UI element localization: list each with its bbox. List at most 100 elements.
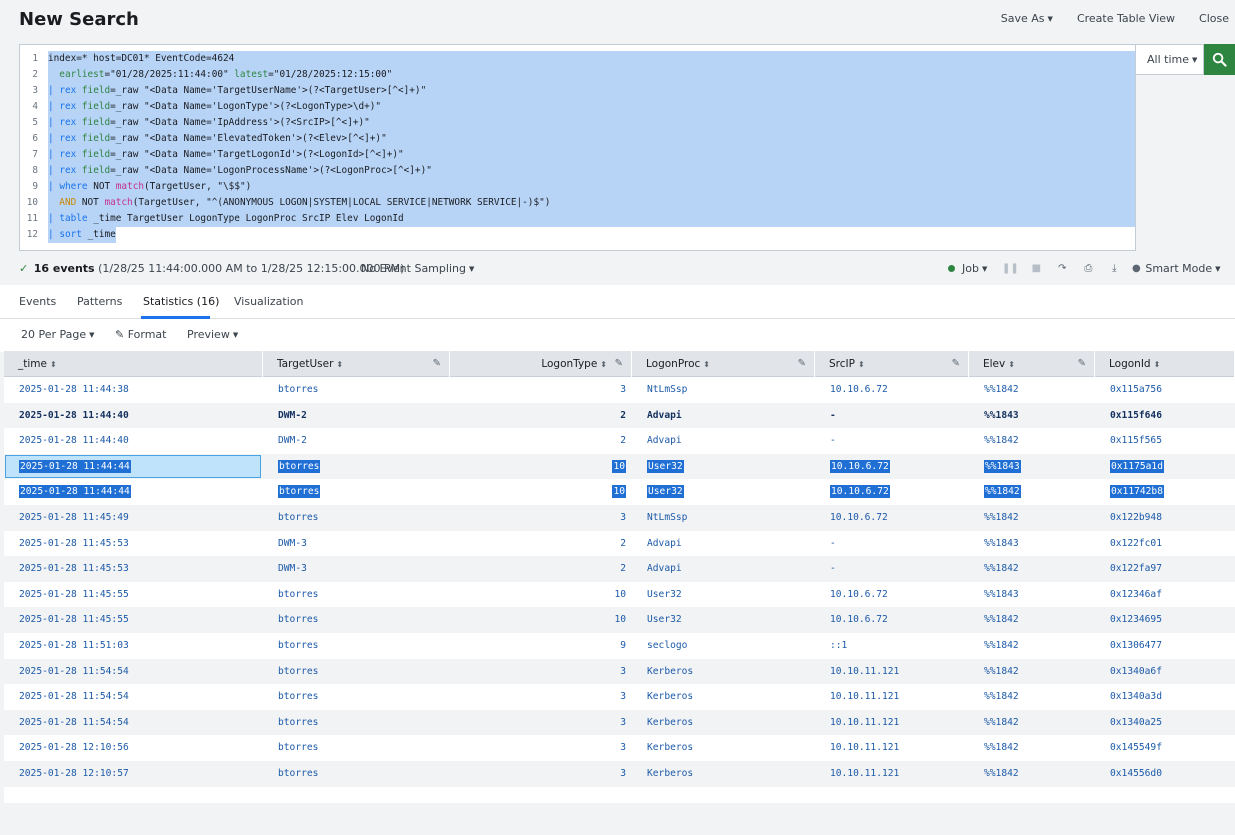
query-text[interactable]: | sort _time xyxy=(48,227,116,243)
table-row[interactable]: 2025-01-28 11:44:44 btorres 10 User32 10.10.… xyxy=(4,479,1235,505)
table-row[interactable]: 2025-01-28 11:54:54 btorres 3 Kerberos 10.10… xyxy=(4,684,1235,710)
table-cell-srcip[interactable]: - xyxy=(830,428,836,454)
table-cell-logontype[interactable]: 2 xyxy=(450,403,626,429)
table-cell-time[interactable]: 2025-01-28 11:44:44 xyxy=(19,454,131,480)
column-header-time[interactable]: _time ⬍ xyxy=(4,351,263,377)
table-cell-targetuser[interactable]: btorres xyxy=(278,761,318,787)
table-cell-logontype[interactable]: 3 xyxy=(450,761,626,787)
column-header-logonid[interactable]: LogonId ⬍ xyxy=(1095,351,1235,377)
query-line[interactable]: 12 | sort _time xyxy=(20,227,1135,243)
search-editor[interactable]: 1 index=* host=DC01* EventCode=4624 2 earl… xyxy=(19,44,1136,251)
table-cell-logonid[interactable]: 0x115a756 xyxy=(1110,377,1162,403)
table-cell-elev[interactable]: %%1843 xyxy=(984,582,1019,608)
table-cell-logontype[interactable]: 10 xyxy=(450,607,626,633)
table-cell-targetuser[interactable]: btorres xyxy=(278,735,318,761)
table-cell-logonproc[interactable]: Kerberos xyxy=(647,710,693,736)
column-header-targetuser[interactable]: TargetUser ⬍ ✎ xyxy=(263,351,450,377)
table-cell-srcip[interactable]: - xyxy=(830,403,836,429)
table-cell-targetuser[interactable]: DWM-3 xyxy=(278,531,307,557)
table-cell-elev[interactable]: %%1842 xyxy=(984,684,1019,710)
table-cell-targetuser[interactable]: btorres xyxy=(278,607,318,633)
table-cell-logontype[interactable]: 2 xyxy=(450,556,626,582)
table-row[interactable]: 2025-01-28 11:54:54 btorres 3 Kerberos 10.10… xyxy=(4,658,1235,685)
table-cell-targetuser[interactable]: btorres xyxy=(278,454,321,480)
pause-icon[interactable]: ❚❚ xyxy=(997,263,1023,274)
table-cell-logontype[interactable]: 10 xyxy=(450,479,626,505)
table-row[interactable]: 2025-01-28 11:44:40 DWM-2 2 Advapi - %%1843 0x… xyxy=(4,402,1235,429)
table-cell-elev[interactable]: %%1842 xyxy=(984,556,1019,582)
pencil-icon[interactable]: ✎ xyxy=(952,351,960,377)
table-cell-targetuser[interactable]: btorres xyxy=(278,377,318,403)
table-cell-time[interactable]: 2025-01-28 11:54:54 xyxy=(19,710,129,736)
query-line[interactable]: 3 | rex field=_raw "<Data Name='TargetUse… xyxy=(20,83,1135,99)
table-cell-srcip[interactable]: 10.10.11.121 xyxy=(830,735,899,761)
table-cell-targetuser[interactable]: btorres xyxy=(278,633,318,659)
table-row[interactable]: 2025-01-28 11:45:55 btorres 10 User32 10.10.… xyxy=(4,582,1235,608)
table-cell-srcip[interactable]: 10.10.11.121 xyxy=(830,710,899,736)
table-cell-targetuser[interactable]: DWM-2 xyxy=(278,403,307,429)
table-cell-logonproc[interactable]: User32 xyxy=(647,454,684,480)
pencil-icon[interactable]: ✎ xyxy=(1078,351,1086,377)
tab-statistics[interactable]: Statistics (16) xyxy=(143,295,219,308)
table-cell-logontype[interactable]: 10 xyxy=(450,454,626,480)
table-cell-logonid[interactable]: 0x122fa97 xyxy=(1110,556,1162,582)
table-cell-logontype[interactable]: 3 xyxy=(450,710,626,736)
table-cell-srcip[interactable]: 10.10.6.72 xyxy=(830,607,888,633)
query-text[interactable]: | where NOT match(TargetUser, "\$$") xyxy=(48,179,1135,195)
table-cell-logonid[interactable]: 0x122b948 xyxy=(1110,505,1162,531)
table-cell-logonproc[interactable]: Kerberos xyxy=(647,684,693,710)
column-header-srcip[interactable]: SrcIP ⬍ ✎ xyxy=(815,351,969,377)
table-cell-elev[interactable]: %%1842 xyxy=(984,710,1019,736)
table-cell-logonproc[interactable]: Kerberos xyxy=(647,735,693,761)
query-line[interactable]: 2 earliest="01/28/2025:11:44:00" latest=… xyxy=(20,67,1135,83)
close-button[interactable]: Close xyxy=(1199,12,1229,25)
sort-icon[interactable]: ⬍ xyxy=(703,360,710,369)
table-cell-elev[interactable]: %%1842 xyxy=(984,735,1019,761)
table-cell-time[interactable]: 2025-01-28 11:44:44 xyxy=(19,479,131,505)
table-cell-time[interactable]: 2025-01-28 12:10:57 xyxy=(19,761,129,787)
per-page-menu[interactable]: 20 Per Page ▼ xyxy=(21,328,95,341)
table-cell-targetuser[interactable]: btorres xyxy=(278,710,318,736)
table-cell-logontype[interactable]: 9 xyxy=(450,633,626,659)
table-cell-srcip[interactable]: 10.10.6.72 xyxy=(830,454,890,480)
table-cell-time[interactable]: 2025-01-28 11:44:40 xyxy=(19,403,129,429)
table-cell-logontype[interactable]: 3 xyxy=(450,505,626,531)
sort-icon[interactable]: ⬍ xyxy=(50,360,57,369)
table-cell-elev[interactable]: %%1842 xyxy=(984,505,1019,531)
table-cell-time[interactable]: 2025-01-28 11:45:53 xyxy=(19,556,129,582)
table-cell-targetuser[interactable]: btorres xyxy=(278,582,318,608)
table-cell-targetuser[interactable]: DWM-3 xyxy=(278,556,307,582)
table-cell-srcip[interactable]: ::1 xyxy=(830,633,847,659)
pencil-icon[interactable]: ✎ xyxy=(798,351,806,377)
format-menu[interactable]: ✎ Format xyxy=(115,328,166,341)
table-row[interactable]: 2025-01-28 11:44:38 btorres 3 NtLmSsp 10.10.… xyxy=(4,377,1235,403)
table-cell-logonid[interactable]: 0x1340a25 xyxy=(1110,710,1162,736)
table-cell-logontype[interactable]: 3 xyxy=(450,684,626,710)
column-header-logontype[interactable]: LogonType ⬍ ✎ xyxy=(450,351,632,377)
sort-icon[interactable]: ⬍ xyxy=(336,360,343,369)
query-line[interactable]: 7 | rex field=_raw "<Data Name='TargetLog… xyxy=(20,147,1135,163)
print-icon[interactable]: ⎙ xyxy=(1075,263,1101,274)
query-line[interactable]: 8 | rex field=_raw "<Data Name='LogonProc… xyxy=(20,163,1135,179)
table-cell-logonproc[interactable]: NtLmSsp xyxy=(647,377,687,403)
table-row[interactable]: 2025-01-28 11:44:40 DWM-2 2 Advapi - %%1842 0x… xyxy=(4,428,1235,454)
table-cell-logonid[interactable]: 0x14556d0 xyxy=(1110,761,1162,787)
table-cell-elev[interactable]: %%1843 xyxy=(984,403,1019,429)
table-cell-srcip[interactable]: 10.10.11.121 xyxy=(830,761,899,787)
query-text[interactable]: index=* host=DC01* EventCode=4624 xyxy=(48,51,1135,67)
table-cell-logontype[interactable]: 3 xyxy=(450,377,626,403)
export-icon[interactable]: ⤓ xyxy=(1101,263,1127,274)
query-line[interactable]: 6 | rex field=_raw "<Data Name='ElevatedT… xyxy=(20,131,1135,147)
table-cell-time[interactable]: 2025-01-28 11:54:54 xyxy=(19,684,129,710)
table-row[interactable]: 2025-01-28 11:45:53 DWM-3 2 Advapi - %%1842 0x… xyxy=(4,556,1235,582)
table-cell-time[interactable]: 2025-01-28 11:45:55 xyxy=(19,582,129,608)
table-cell-srcip[interactable]: 10.10.6.72 xyxy=(830,479,890,505)
table-row[interactable]: 2025-01-28 11:44:44 btorres 10 User32 10.10.… xyxy=(4,453,1235,480)
table-cell-logonproc[interactable]: User32 xyxy=(647,479,684,505)
stop-icon[interactable]: ■ xyxy=(1023,263,1049,274)
table-cell-logonid[interactable]: 0x11742b8 xyxy=(1110,479,1164,505)
table-cell-srcip[interactable]: 10.10.11.121 xyxy=(830,684,899,710)
table-cell-logonid[interactable]: 0x1175a1d xyxy=(1110,454,1164,480)
table-cell-logonproc[interactable]: NtLmSsp xyxy=(647,505,687,531)
query-line[interactable]: 11 | table _time TargetUser LogonType Log… xyxy=(20,211,1135,227)
